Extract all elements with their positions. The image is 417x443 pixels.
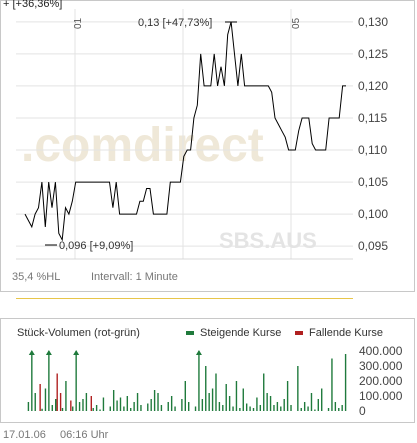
- price-y-tick: 0,095: [358, 239, 388, 253]
- volume-overflow-arrow: [195, 350, 202, 355]
- price-y-tick-labels: 0,095 0,100 0,105 0,110 0,115 0,120 0,125 0,130: [358, 15, 388, 253]
- hl-percent-label: 35,4 %HL: [12, 271, 61, 283]
- price-y-tick: 0,120: [358, 79, 388, 93]
- footer-time: 06:16 Uhr: [60, 429, 109, 441]
- volume-y-tick-labels: 0100.000200.000300.000400.000: [359, 344, 403, 418]
- footer-date: 17.01.06: [3, 429, 46, 441]
- price-x-tick: 01: [73, 17, 84, 29]
- price-chart-svg: + [+36,36%] .comdirect SBS.AUS 01 05 0,09…: [3, 0, 388, 260]
- volume-overflow-arrow: [28, 350, 35, 355]
- secondary-watermark-label: SBS.AUS: [219, 228, 317, 253]
- price-y-tick: 0,125: [358, 47, 388, 61]
- volume-y-tick: 400.000: [359, 344, 403, 358]
- volume-y-tick: 200.000: [359, 374, 403, 388]
- price-chart-panel: + [+36,36%] .comdirect SBS.AUS 01 05 0,09…: [0, 0, 415, 292]
- volume-overflow-arrow: [45, 350, 52, 355]
- volume-chart-svg: 0100.000200.000300.000400.000: [27, 344, 403, 418]
- price-y-tick: 0,130: [358, 15, 388, 29]
- price-y-tick: 0,110: [358, 143, 387, 157]
- price-y-tick: 0,105: [358, 175, 388, 189]
- volume-y-tick: 0: [359, 404, 366, 418]
- volume-y-tick: 100.000: [359, 389, 403, 403]
- volume-bars: [27, 350, 347, 411]
- section-divider: [16, 298, 353, 299]
- interval-label: Intervall: 1 Minute: [91, 271, 178, 283]
- price-x-tick: 05: [291, 17, 302, 29]
- price-y-tick: 0,115: [358, 111, 387, 125]
- top-annotation-label: + [+36,36%]: [3, 0, 62, 10]
- price-y-tick: 0,100: [358, 207, 388, 221]
- volume-y-tick: 300.000: [359, 359, 403, 373]
- high-value-label: 0,13 [+47,73%]: [138, 17, 212, 29]
- low-value-label: 0,096 [+9,09%]: [59, 240, 133, 252]
- volume-overflow-arrow: [73, 350, 80, 355]
- volume-chart-panel: Stück-Volumen (rot-grün) Steigende Kurse…: [0, 318, 415, 423]
- watermark-label: .comdirect: [21, 119, 264, 172]
